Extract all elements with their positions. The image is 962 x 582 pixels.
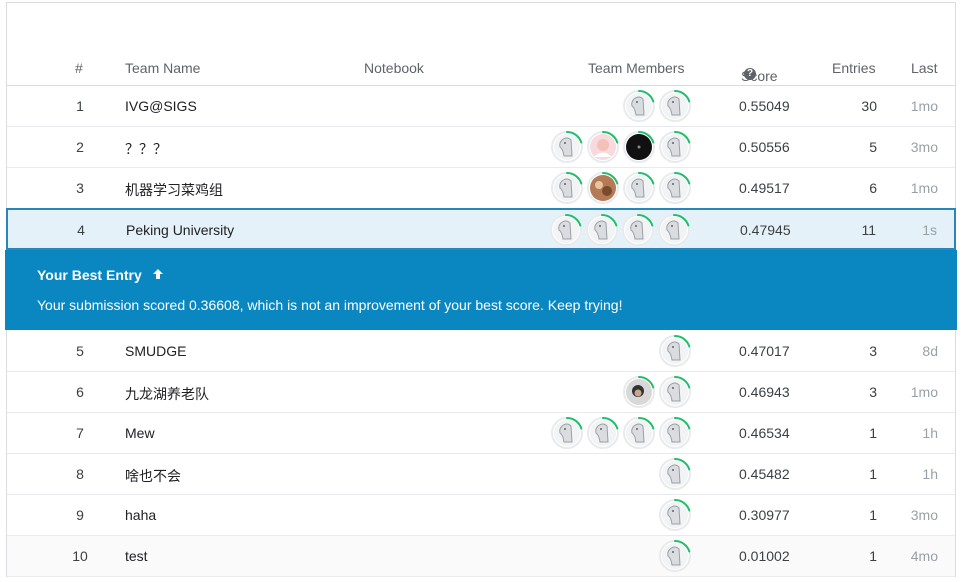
team-members-cell — [551, 172, 691, 204]
column-header-notebook[interactable]: Notebook — [364, 60, 424, 76]
avatar[interactable] — [659, 499, 691, 531]
table-row[interactable]: 9 haha 0.30977 1 3mo — [7, 495, 955, 536]
avatar[interactable] — [587, 417, 619, 449]
table-row-current-team[interactable]: 4 Peking University 0.47945 11 1s — [6, 208, 956, 250]
entries-cell: 1 — [869, 425, 877, 441]
question-circle-icon[interactable]: ? — [744, 68, 756, 80]
avatar[interactable] — [586, 214, 618, 246]
last-submission-cell: 1s — [922, 222, 937, 238]
team-name-link[interactable]: haha — [125, 507, 156, 523]
avatar[interactable] — [623, 376, 655, 408]
team-members-cell — [659, 540, 691, 572]
team-members-cell — [659, 499, 691, 531]
last-submission-cell: 1h — [922, 466, 938, 482]
submission-message: Your submission scored 0.36608, which is… — [37, 297, 623, 313]
last-submission-cell: 4mo — [910, 548, 938, 564]
entries-cell: 5 — [869, 139, 877, 155]
table-row[interactable]: 6 九龙湖养老队 0.46943 3 1mo — [7, 372, 955, 413]
team-name-link[interactable]: Peking University — [126, 222, 234, 238]
team-name-link[interactable]: 九龙湖养老队 — [125, 384, 209, 404]
table-row[interactable]: 7 Mew 0.46534 1 1h — [7, 413, 955, 454]
team-members-cell — [551, 417, 691, 449]
avatar[interactable] — [659, 417, 691, 449]
table-row[interactable]: 2？？？ 0.50556 5 3mo — [7, 127, 955, 168]
team-members-cell — [550, 214, 690, 246]
avatar[interactable] — [658, 214, 690, 246]
team-members-cell — [623, 376, 691, 408]
avatar[interactable] — [659, 172, 691, 204]
column-header-team-members[interactable]: Team Members — [588, 60, 684, 76]
avatar[interactable] — [659, 458, 691, 490]
score-cell: 0.49517 — [739, 180, 790, 196]
team-name-link[interactable]: Mew — [125, 425, 155, 441]
score-cell: 0.55049 — [739, 98, 790, 114]
last-submission-cell: 1mo — [910, 98, 938, 114]
team-name-link[interactable]: 机器学习菜鸡组 — [125, 180, 223, 200]
team-name-link[interactable]: SMUDGE — [125, 343, 186, 359]
avatar[interactable] — [659, 131, 691, 163]
leaderboard-header: # Team Name Notebook Team Members Score?… — [7, 52, 955, 86]
score-cell: 0.47017 — [739, 343, 790, 359]
score-cell: 0.46534 — [739, 425, 790, 441]
avatar[interactable] — [623, 131, 655, 163]
table-row[interactable]: 1 IVG@SIGS 0.55049 30 1mo — [7, 86, 955, 127]
table-row[interactable]: 5 SMUDGE 0.47017 3 8d — [7, 331, 955, 372]
avatar[interactable] — [550, 214, 582, 246]
score-cell: 0.45482 — [739, 466, 790, 482]
best-entry-title-label: Your Best Entry — [37, 267, 142, 283]
team-name-link[interactable]: 啥也不会 — [125, 466, 181, 486]
entries-cell: 3 — [869, 384, 877, 400]
avatar[interactable] — [659, 335, 691, 367]
avatar[interactable] — [623, 90, 655, 122]
avatar[interactable] — [587, 172, 619, 204]
avatar[interactable] — [587, 131, 619, 163]
avatar[interactable] — [659, 376, 691, 408]
column-header-rank[interactable]: # — [75, 60, 83, 76]
score-cell: 0.50556 — [739, 139, 790, 155]
avatar[interactable] — [551, 417, 583, 449]
avatar[interactable] — [551, 131, 583, 163]
score-cell: 0.47945 — [740, 222, 791, 238]
last-submission-cell: 3mo — [910, 139, 938, 155]
last-submission-cell: 1h — [922, 425, 938, 441]
table-row[interactable]: 10 test 0.01002 1 4mo — [7, 536, 955, 577]
entries-cell: 1 — [869, 507, 877, 523]
team-members-cell — [659, 458, 691, 490]
avatar[interactable] — [623, 417, 655, 449]
team-members-cell — [659, 335, 691, 367]
avatar[interactable] — [623, 172, 655, 204]
column-header-entries[interactable]: Entries — [832, 60, 876, 76]
entries-cell: 1 — [869, 466, 877, 482]
last-submission-cell: 1mo — [910, 384, 938, 400]
last-submission-cell: 8d — [922, 343, 938, 359]
score-cell: 0.30977 — [739, 507, 790, 523]
team-members-cell — [623, 90, 691, 122]
last-submission-cell: 3mo — [910, 507, 938, 523]
table-row[interactable]: 8 啥也不会 0.45482 1 1h — [7, 454, 955, 495]
column-header-last[interactable]: Last — [911, 60, 937, 76]
entries-cell: 11 — [861, 222, 876, 238]
team-members-cell — [551, 131, 691, 163]
avatar[interactable] — [659, 540, 691, 572]
avatar[interactable] — [659, 90, 691, 122]
team-name-link[interactable]: IVG@SIGS — [125, 98, 197, 114]
best-entry-banner: Your Best Entry Your submission scored 0… — [5, 250, 957, 330]
avatar[interactable] — [551, 172, 583, 204]
score-cell: 0.46943 — [739, 384, 790, 400]
last-submission-cell: 1mo — [910, 180, 938, 196]
arrow-up-icon — [152, 267, 164, 283]
entries-cell: 30 — [861, 98, 877, 114]
team-name-link[interactable]: test — [125, 548, 148, 564]
entries-cell: 1 — [869, 548, 877, 564]
entries-cell: 6 — [869, 180, 877, 196]
team-name-link[interactable]: ？？？ — [125, 139, 167, 159]
table-row[interactable]: 3 机器学习菜鸡组 0.49517 6 1mo — [7, 168, 955, 209]
entries-cell: 3 — [869, 343, 877, 359]
column-header-team-name[interactable]: Team Name — [125, 60, 200, 76]
score-cell: 0.01002 — [739, 548, 790, 564]
avatar[interactable] — [622, 214, 654, 246]
best-entry-title[interactable]: Your Best Entry — [37, 267, 164, 283]
